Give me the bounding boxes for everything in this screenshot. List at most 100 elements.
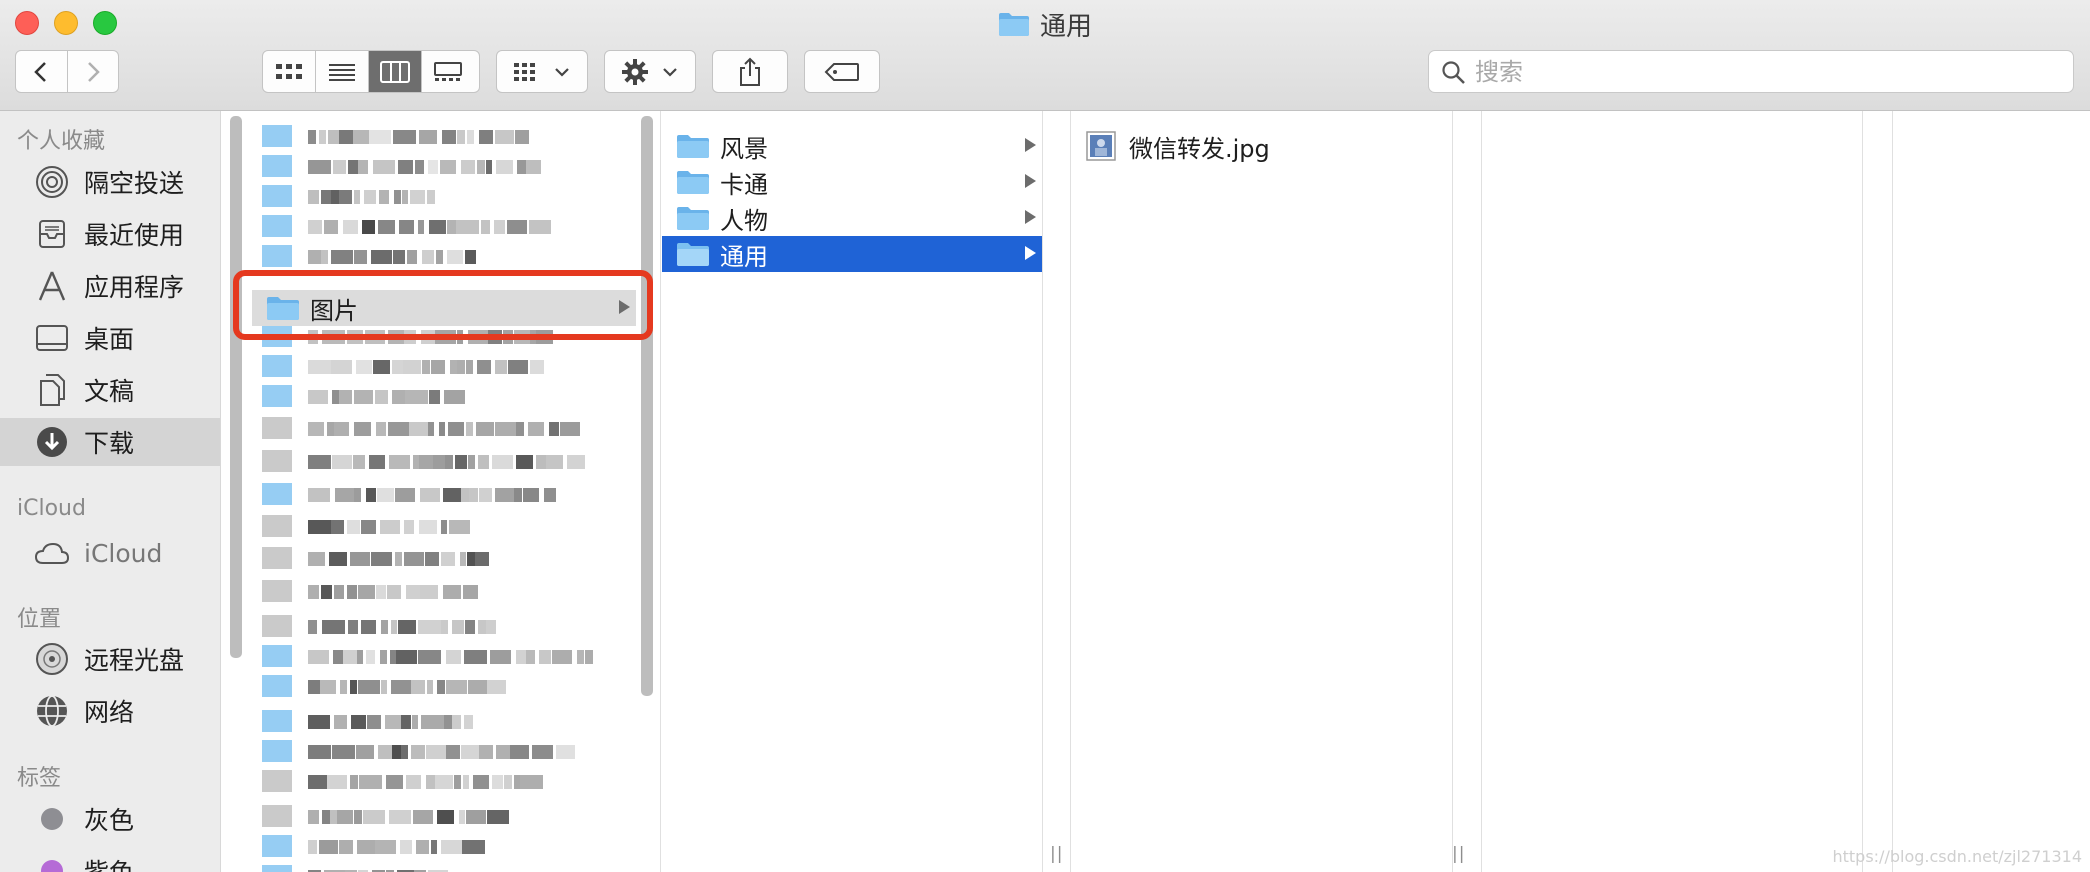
obscured-text-block <box>308 130 316 144</box>
obscured-text-block <box>350 775 358 789</box>
sidebar-item-icloud-drive[interactable]: iCloud <box>0 529 220 577</box>
obscured-text-block <box>364 190 376 204</box>
obscured-text-block <box>391 680 411 694</box>
column-resize-handle[interactable]: || <box>1452 844 1465 864</box>
back-button[interactable] <box>16 51 68 92</box>
list-item[interactable]: 风景 <box>662 128 1042 164</box>
obscured-text-block <box>407 250 417 264</box>
obscured-text-block <box>331 190 339 204</box>
list-item[interactable]: 人物 <box>662 200 1042 236</box>
obscured-item-icon <box>262 385 292 407</box>
cloud-icon <box>34 536 70 570</box>
sidebar-item-desktop[interactable]: 桌面 <box>0 314 220 362</box>
obscured-text-block <box>468 455 475 469</box>
sidebar-item-network[interactable]: 网络 <box>0 687 220 735</box>
sidebar-item-documents[interactable]: 文稿 <box>0 366 220 414</box>
obscured-text-block <box>308 422 324 436</box>
obscured-text-block <box>324 220 338 234</box>
column-general: 微信转发.jpg || <box>1071 111 1464 872</box>
obscured-text-block <box>464 715 473 729</box>
obscured-text-block <box>496 160 513 174</box>
sidebar-item-tag-purple[interactable]: 紫色 <box>0 847 220 872</box>
obscured-text-block <box>567 455 585 469</box>
obscured-text-block <box>329 552 347 566</box>
list-item-file[interactable]: 微信转发.jpg <box>1071 128 1451 164</box>
sidebar-item-recents[interactable]: 最近使用 <box>0 210 220 258</box>
forward-button[interactable] <box>68 51 119 92</box>
column-view-button[interactable] <box>369 51 422 92</box>
obscured-text-block <box>495 422 516 436</box>
obscured-text-block <box>431 840 437 854</box>
sidebar-item-remote-disc[interactable]: 远程光盘 <box>0 635 220 683</box>
list-item[interactable]: 卡通 <box>662 164 1042 200</box>
obscured-text-block <box>369 455 385 469</box>
action-button[interactable] <box>604 50 696 93</box>
obscured-text-block <box>421 715 444 729</box>
obscured-item-icon <box>262 125 292 147</box>
sidebar-scrollbar[interactable] <box>230 116 242 658</box>
obscured-text-block <box>463 585 478 599</box>
obscured-text-block <box>358 680 380 694</box>
obscured-text-block <box>381 680 387 694</box>
obscured-text-block <box>321 250 328 264</box>
obscured-text-block <box>462 840 485 854</box>
obscured-text-block <box>366 488 376 502</box>
sidebar-item-applications[interactable]: 应用程序 <box>0 262 220 310</box>
search-input[interactable] <box>1473 56 2057 88</box>
obscured-text-block <box>308 620 317 634</box>
obscured-text-block <box>409 422 428 436</box>
obscured-text-block <box>449 520 470 534</box>
folder-icon <box>676 241 710 271</box>
obscured-text-block <box>450 360 457 374</box>
obscured-text-block <box>446 680 467 694</box>
obscured-item-icon <box>262 580 292 602</box>
obscured-text-block <box>448 422 464 436</box>
obscured-text-block <box>308 390 328 404</box>
favorites-header: 个人收藏 <box>17 129 106 154</box>
obscured-text-block <box>466 810 486 824</box>
obscured-text-block <box>340 680 347 694</box>
share-button[interactable] <box>712 50 788 93</box>
network-icon <box>34 694 70 728</box>
obscured-text-block <box>560 422 580 436</box>
obscured-text-block <box>343 220 358 234</box>
obscured-text-block <box>477 160 485 174</box>
column-resize-handle[interactable]: || <box>1050 844 1063 864</box>
search-field[interactable] <box>1428 50 2074 93</box>
obscured-text-block <box>447 250 463 264</box>
watermark: https://blog.csdn.net/zjl271314 <box>1832 847 2082 866</box>
obscured-text-block <box>510 745 529 759</box>
obscured-text-block <box>556 745 575 759</box>
gallery-view-button[interactable] <box>422 51 474 92</box>
list-item-selected[interactable]: 通用 <box>662 236 1042 272</box>
obscured-text-block <box>549 422 559 436</box>
obscured-text-block <box>546 455 563 469</box>
obscured-text-block <box>334 422 349 436</box>
obscured-text-block <box>339 840 353 854</box>
obscured-text-block <box>351 715 366 729</box>
list-view-button[interactable] <box>316 51 369 92</box>
icon-view-button[interactable] <box>263 51 316 92</box>
obscured-text-block <box>461 488 469 502</box>
tags-button[interactable] <box>804 50 880 93</box>
obscured-item-icon <box>262 417 292 439</box>
obscured-text-block <box>339 190 352 204</box>
obscured-text-block <box>536 455 546 469</box>
obscured-text-block <box>452 715 461 729</box>
sidebar-item-downloads[interactable]: 下载 <box>0 418 220 466</box>
obscured-text-block <box>319 840 338 854</box>
obscured-text-block <box>373 160 395 174</box>
obscured-text-block <box>347 520 360 534</box>
obscured-text-block <box>350 680 357 694</box>
sidebar-item-airdrop[interactable]: 隔空投送 <box>0 158 220 206</box>
obscured-text-block <box>354 190 360 204</box>
column1-scrollbar[interactable] <box>641 116 653 696</box>
obscured-text-block <box>399 220 414 234</box>
obscured-text-block <box>454 775 461 789</box>
sidebar-item-tag-gray[interactable]: 灰色 <box>0 795 220 843</box>
obscured-text-block <box>422 250 434 264</box>
obscured-text-block <box>419 455 433 469</box>
obscured-text-block <box>389 455 410 469</box>
group-button[interactable] <box>496 50 588 93</box>
obscured-text-block <box>508 360 528 374</box>
